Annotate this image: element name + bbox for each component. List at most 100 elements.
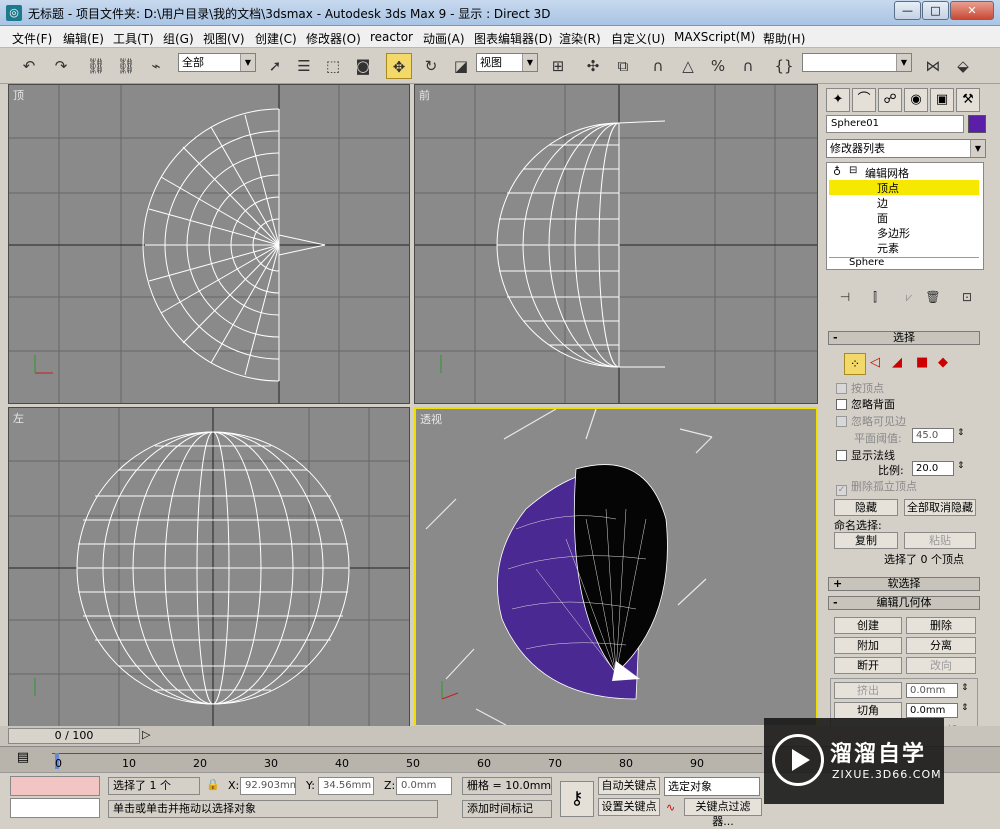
chamfer-button[interactable]: 切角 <box>834 702 902 719</box>
curve-editor-icon[interactable]: ▤ <box>12 750 34 768</box>
select-by-name-icon[interactable]: ☰ <box>291 53 317 79</box>
planar-threshold-spinner[interactable]: 45.0 <box>912 428 954 443</box>
angle-snap-icon[interactable]: △ <box>675 53 701 79</box>
show-normals-checkbox[interactable]: 显示法线 <box>836 447 895 463</box>
turn-button[interactable]: 改向 <box>906 657 976 674</box>
stack-base-object[interactable]: Sphere <box>849 257 884 268</box>
create-button[interactable]: 创建 <box>834 617 902 634</box>
spinner-arrows-icon[interactable]: ⇕ <box>961 683 969 693</box>
collapse-icon[interactable]: ⊟ <box>849 165 857 176</box>
unhide-all-button[interactable]: 全部取消隐藏 <box>904 499 976 516</box>
spinner-arrows-icon[interactable]: ⇕ <box>961 703 969 713</box>
modify-tab-icon[interactable]: ⌒ <box>852 88 876 112</box>
select-and-scale-icon[interactable]: ◪ <box>448 53 474 79</box>
viewport-front[interactable]: 前 <box>414 84 818 404</box>
menu-tools[interactable]: 工具(T) <box>113 30 154 47</box>
unlink-icon[interactable]: ⛓ <box>113 53 139 79</box>
y-coordinate-field[interactable]: 34.56mm <box>318 777 374 795</box>
select-and-rotate-icon[interactable]: ↻ <box>418 53 444 79</box>
display-tab-icon[interactable]: ▣ <box>930 88 954 112</box>
key-filters-button[interactable]: 关键点过滤器... <box>684 798 762 828</box>
key-mode-dropdown[interactable]: 选定对象 <box>664 777 760 796</box>
selection-filter-dropdown[interactable]: 全部 ▼ <box>178 53 256 72</box>
ignore-visible-edges-checkbox[interactable]: 忽略可见边 <box>836 413 906 429</box>
add-time-tag[interactable]: 添加时间标记 <box>462 800 552 818</box>
redo-icon[interactable]: ↷ <box>48 53 74 79</box>
make-unique-icon[interactable]: ⩗ <box>896 284 922 310</box>
mirror-icon[interactable]: ⋈ <box>920 53 946 79</box>
spinner-snap-icon[interactable]: ∩ <box>735 53 761 79</box>
minimize-button[interactable]: — <box>894 1 921 20</box>
copy-button[interactable]: 复制 <box>834 532 898 549</box>
bind-space-warp-icon[interactable]: ⌁ <box>143 53 169 79</box>
light-bulb-icon[interactable]: ♁ <box>833 165 841 178</box>
z-coordinate-field[interactable]: 0.0mm <box>396 777 452 795</box>
set-key-icon[interactable]: ⚷ <box>560 781 594 817</box>
snaps-toggle-icon[interactable]: ∩ <box>645 53 671 79</box>
rectangular-selection-icon[interactable]: ⬚ <box>320 53 346 79</box>
stack-sub-polygon[interactable]: 多边形 <box>877 225 910 241</box>
menu-create[interactable]: 创建(C) <box>255 30 297 47</box>
menu-edit[interactable]: 编辑(E) <box>63 30 104 47</box>
object-color-swatch[interactable] <box>968 115 986 133</box>
rollout-selection-header[interactable]: - 选择 <box>828 331 980 345</box>
align-icon[interactable]: ⬙ <box>950 53 976 79</box>
spinner-arrows-icon[interactable]: ⇕ <box>957 461 965 471</box>
maxscript-listener-pink[interactable] <box>10 776 100 796</box>
paste-button[interactable]: 粘贴 <box>904 532 976 549</box>
chamfer-spinner[interactable]: 0.0mm <box>906 703 958 718</box>
break-button[interactable]: 断开 <box>834 657 902 674</box>
next-frame-icon[interactable]: ▷ <box>142 728 150 741</box>
rollout-soft-selection-header[interactable]: + 软选择 <box>828 577 980 591</box>
viewport-perspective[interactable]: 透视 <box>414 407 818 727</box>
object-name-field[interactable]: Sphere01 <box>826 115 964 133</box>
stack-sub-face[interactable]: 面 <box>877 210 888 226</box>
x-coordinate-field[interactable]: 92.903mm <box>240 777 296 795</box>
modifier-list-dropdown[interactable]: 修改器列表 ▼ <box>826 139 986 158</box>
maximize-button[interactable]: □ <box>922 1 949 20</box>
pin-stack-icon[interactable]: ⊣ <box>832 284 858 310</box>
auto-key-button[interactable]: 自动关键点 <box>598 777 660 795</box>
reference-coordinate-dropdown[interactable]: 视图 ▼ <box>476 53 538 72</box>
menu-rendering[interactable]: 渲染(R) <box>559 30 601 47</box>
hierarchy-tab-icon[interactable]: ☍ <box>878 88 902 112</box>
menu-group[interactable]: 组(G) <box>163 30 194 47</box>
delete-isolated-checkbox[interactable]: ✓ 删除孤立顶点 <box>836 478 917 496</box>
menu-views[interactable]: 视图(V) <box>203 30 245 47</box>
ignore-backfacing-checkbox[interactable]: 忽略背面 <box>836 396 895 412</box>
close-button[interactable]: ✕ <box>950 1 994 20</box>
delete-button[interactable]: 删除 <box>906 617 976 634</box>
by-vertex-checkbox[interactable]: 按顶点 <box>836 380 884 396</box>
rollout-edit-geometry-header[interactable]: - 编辑几何体 <box>828 596 980 610</box>
element-mode-icon[interactable]: ◆ <box>938 355 948 370</box>
detach-button[interactable]: 分离 <box>906 637 976 654</box>
scale-spinner[interactable]: 20.0 <box>912 461 954 476</box>
edit-named-selection-icon[interactable]: {} <box>771 53 797 79</box>
select-object-icon[interactable]: ➚ <box>262 53 288 79</box>
percent-snap-icon[interactable]: % <box>705 53 731 79</box>
manipulate-icon[interactable]: ✣ <box>580 53 606 79</box>
stack-modifier[interactable]: 编辑网格 <box>865 165 909 181</box>
menu-reactor[interactable]: reactor <box>370 30 413 44</box>
pivot-center-icon[interactable]: ⊞ <box>545 53 571 79</box>
window-crossing-icon[interactable]: ◙ <box>350 53 376 79</box>
remove-modifier-icon[interactable]: 🗑 <box>920 284 946 310</box>
extrude-button[interactable]: 挤出 <box>834 682 902 699</box>
vertex-mode-icon[interactable]: ⁘ <box>844 353 866 375</box>
viewport-left[interactable]: 左 <box>8 407 410 727</box>
create-tab-icon[interactable]: ✦ <box>826 88 850 112</box>
lock-selection-icon[interactable]: 🔒 <box>206 778 220 791</box>
stack-sub-edge[interactable]: 边 <box>877 195 888 211</box>
hide-button[interactable]: 隐藏 <box>834 499 898 516</box>
named-selection-dropdown[interactable]: ▼ <box>802 53 912 72</box>
menu-customize[interactable]: 自定义(U) <box>611 30 665 47</box>
menu-help[interactable]: 帮助(H) <box>763 30 805 47</box>
show-end-result-icon[interactable]: ⫿ <box>862 284 888 310</box>
motion-tab-icon[interactable]: ◉ <box>904 88 928 112</box>
link-icon[interactable]: ⛓ <box>83 53 109 79</box>
viewport-top[interactable]: 顶 <box>8 84 410 404</box>
polygon-mode-icon[interactable]: ■ <box>916 355 928 370</box>
spinner-arrows-icon[interactable]: ⇕ <box>957 428 965 438</box>
select-and-move-icon[interactable]: ✥ <box>386 53 412 79</box>
set-key-button[interactable]: 设置关键点 <box>598 798 660 816</box>
